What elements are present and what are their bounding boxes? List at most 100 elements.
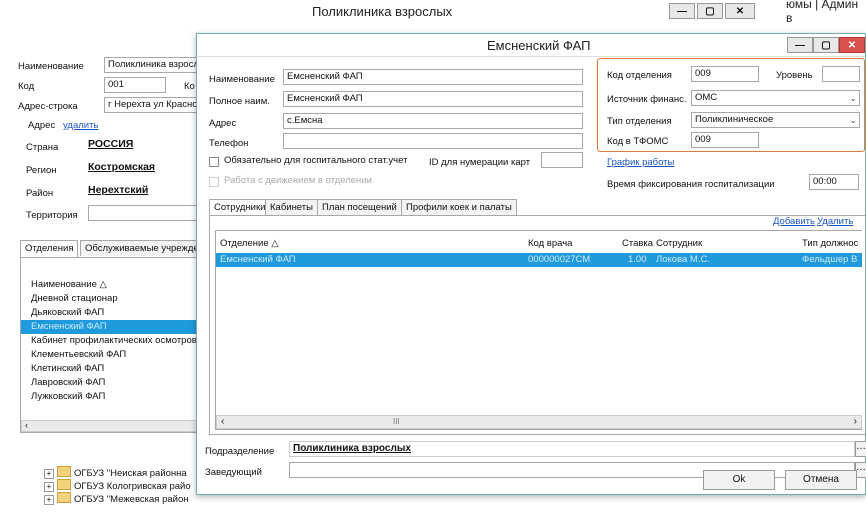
tfoms-label: Код в ТФОМС — [607, 136, 669, 147]
add-employee-link[interactable]: Добавить — [773, 216, 815, 227]
fullname-field[interactable]: Емсненский ФАП — [283, 91, 583, 107]
phone-field[interactable] — [283, 133, 583, 149]
bg-list-header[interactable]: Наименование △ — [21, 278, 199, 292]
card-id-field[interactable] — [541, 152, 583, 168]
list-item[interactable]: Емсненский ФАП — [21, 320, 199, 334]
tree-item-label: ОГБУЗ "Неиская районна — [74, 468, 187, 479]
expand-icon[interactable]: + — [44, 482, 54, 492]
folder-icon — [57, 466, 71, 477]
bg-minimize-button[interactable]: — — [669, 3, 695, 19]
bg-region-value[interactable]: Костромская — [88, 161, 155, 173]
bg-country-value[interactable]: РОССИЯ — [88, 138, 133, 150]
bg-territory-label: Территория — [26, 210, 78, 221]
level-field[interactable] — [822, 66, 860, 82]
address-field[interactable]: с.Емсна — [283, 113, 583, 129]
stat-checkbox[interactable] — [209, 157, 219, 167]
level-label: Уровень — [776, 70, 813, 81]
name-field[interactable]: Емсненский ФАП — [283, 69, 583, 85]
dialog-title: Емсненский ФАП — [487, 38, 591, 53]
bg-window-title: Поликлиника взрослых — [312, 4, 453, 19]
flow-checkbox-label: Работа с движением в отделении — [224, 175, 372, 186]
chevron-down-icon[interactable]: ⌄ — [849, 113, 857, 127]
bg-tab-departments[interactable]: Отделения — [20, 240, 79, 257]
tab-employees[interactable]: Сотрудники — [209, 199, 271, 216]
list-item[interactable]: Дневной стационар — [21, 292, 199, 306]
tree-item[interactable]: + ОГБУЗ "Неиская районна — [44, 466, 187, 479]
bg-address-line-field[interactable]: г Нерехта ул Красно — [104, 97, 196, 113]
expand-icon[interactable]: + — [44, 495, 54, 505]
grid-horizontal-scrollbar[interactable]: ‹ III › — [216, 415, 862, 429]
bg-address-delete-link[interactable]: удалить — [63, 120, 98, 131]
cell-code: 000000027СМ — [528, 254, 591, 265]
bg-district-value[interactable]: Нерехтский — [88, 184, 148, 196]
bg-tab-strip: Отделения Обслуживаемые учрежде — [20, 240, 203, 258]
tfoms-field[interactable]: 009 — [691, 132, 759, 148]
finance-select[interactable]: ОМС ⌄ — [691, 90, 860, 106]
dialog-titlebar: Емсненский ФАП — ▢ ✕ — [197, 34, 865, 57]
bg-horizontal-scrollbar[interactable]: ‹ — [21, 420, 199, 432]
dialog-maximize-button[interactable]: ▢ — [813, 37, 839, 53]
delete-employee-link[interactable]: Удалить — [817, 216, 853, 227]
folder-icon — [57, 479, 71, 490]
sort-asc-icon: △ — [271, 238, 279, 249]
scroll-left-icon[interactable]: ‹ — [25, 420, 28, 430]
tree-item[interactable]: + ОГБУЗ "Межевская район — [44, 492, 189, 505]
col-dept-header[interactable]: Отделение △ — [220, 237, 279, 251]
dept-code-label: Код отделения — [607, 70, 672, 81]
bg-district-label: Район — [26, 188, 54, 199]
col-code-header[interactable]: Код врача — [528, 237, 572, 251]
bg-code-label: Код — [18, 81, 35, 92]
list-item[interactable]: Лужковский ФАП — [21, 390, 199, 404]
col-dept-label: Отделение — [220, 238, 269, 249]
schedule-link[interactable]: График работы — [607, 157, 674, 168]
dept-type-label: Тип отделения — [607, 116, 672, 127]
dept-code-field[interactable]: 009 — [691, 66, 759, 82]
tab-visit-plan[interactable]: План посещений — [317, 199, 402, 215]
ok-button[interactable]: Ok — [703, 470, 775, 490]
bg-country-label: Страна — [26, 142, 59, 153]
bg-name-label: Наименование — [18, 61, 84, 72]
bg-code-field[interactable]: 001 — [104, 77, 166, 93]
cell-employee: Локова М.С. — [656, 254, 710, 265]
list-item[interactable]: Клементьевский ФАП — [21, 348, 199, 362]
head-label: Заведующий — [205, 467, 262, 478]
card-id-label: ID для нумерации карт — [429, 157, 531, 168]
tab-bed-profiles[interactable]: Профили коек и палаты — [401, 199, 517, 215]
grid-header: Отделение △ Код врача Ставка Сотрудник Т… — [216, 237, 862, 251]
dialog-tab-strip: Сотрудники Кабинеты План посещений Профи… — [209, 199, 609, 216]
col-employee-header[interactable]: Сотрудник — [656, 237, 702, 251]
dialog-minimize-button[interactable]: — — [787, 37, 813, 53]
col-rate-header[interactable]: Ставка — [622, 237, 653, 251]
flow-checkbox[interactable] — [209, 177, 219, 187]
list-item[interactable]: Лавровский ФАП — [21, 376, 199, 390]
bg-maximize-button[interactable]: ▢ — [697, 3, 723, 19]
bg-name-field[interactable]: Поликлиника взросл — [104, 57, 196, 73]
table-row[interactable]: Емсненский ФАП 000000027СМ 1.00 Локова М… — [216, 253, 862, 267]
dialog-close-button[interactable]: ✕ — [839, 37, 865, 53]
subdivision-field[interactable]: Поликлиника взрослых — [289, 441, 855, 457]
list-item[interactable]: Клетинский ФАП — [21, 362, 199, 376]
tree-item[interactable]: + ОГБУЗ Кологривская райо — [44, 479, 191, 492]
bg-close-button[interactable]: ✕ — [725, 3, 755, 19]
cancel-button[interactable]: Отмена — [785, 470, 857, 490]
fixtime-field[interactable]: 00:00 — [809, 174, 859, 190]
bg-address-label: Адрес — [28, 120, 56, 131]
employees-grid: Отделение △ Код врача Ставка Сотрудник Т… — [215, 230, 862, 430]
scroll-right-icon[interactable]: › — [854, 416, 857, 427]
stat-checkbox-label: Обязательно для госпитального стат.учет — [224, 155, 408, 166]
bg-tab-served[interactable]: Обслуживаемые учрежде — [80, 240, 203, 256]
list-item[interactable]: Дьяковский ФАП — [21, 306, 199, 320]
bg-territory-field[interactable] — [88, 205, 196, 221]
expand-icon[interactable]: + — [44, 469, 54, 479]
tree-item-label: ОГБУЗ Кологривская райо — [74, 481, 191, 492]
scroll-thumb[interactable]: III — [393, 417, 400, 426]
list-item[interactable]: Кабинет профилактических осмотров — [21, 334, 199, 348]
dept-dialog: Емсненский ФАП — ▢ ✕ Наименование Емснен… — [196, 33, 866, 495]
subdivision-picker-button[interactable]: … — [855, 441, 866, 457]
dept-type-select[interactable]: Поликлиническое ⌄ — [691, 112, 860, 128]
sort-asc-icon: △ — [99, 279, 107, 290]
tab-rooms[interactable]: Кабинеты — [265, 199, 318, 215]
col-type-header[interactable]: Тип должнос — [802, 237, 858, 251]
scroll-left-icon[interactable]: ‹ — [221, 416, 224, 427]
chevron-down-icon[interactable]: ⌄ — [849, 91, 857, 105]
